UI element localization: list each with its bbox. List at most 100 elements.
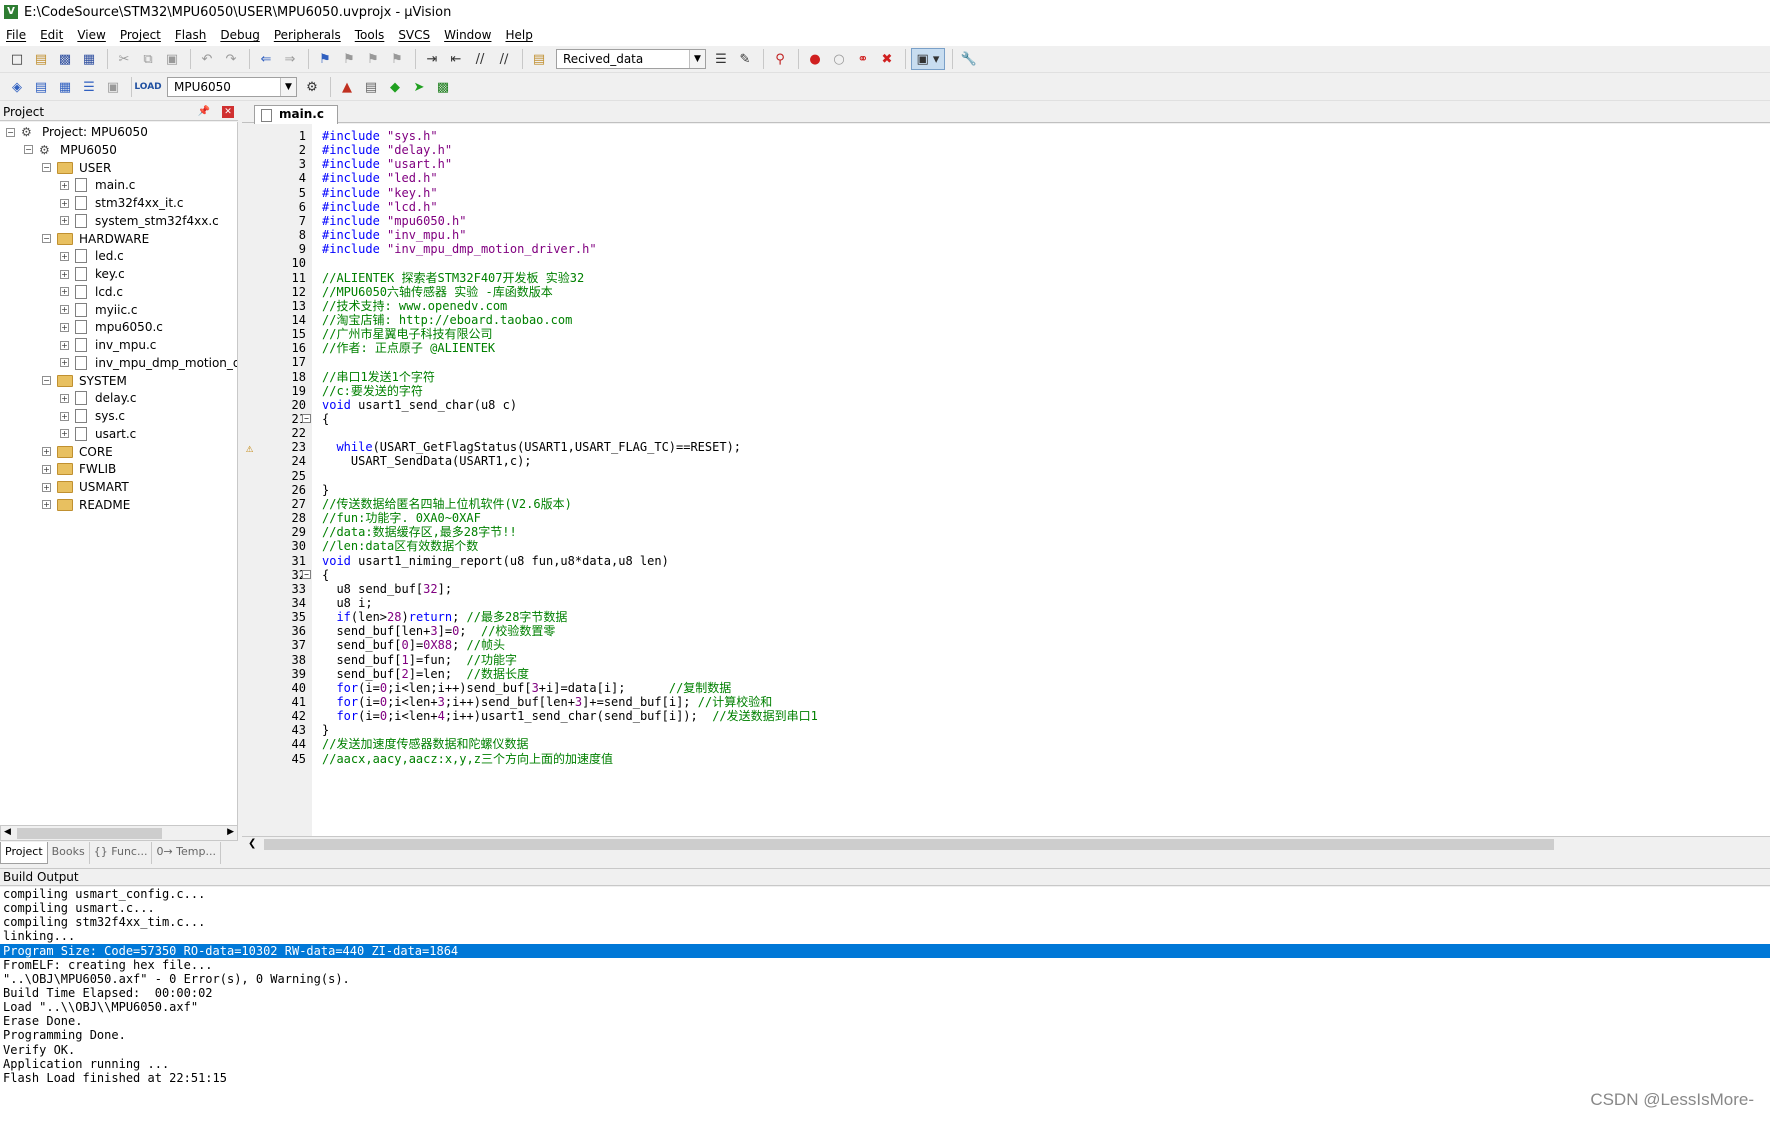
menu-edit[interactable]: Edit: [40, 28, 63, 42]
build-output-panel[interactable]: compiling usmart_config.c... compiling us…: [0, 887, 1770, 1127]
find-in-files-icon[interactable]: ▤: [528, 48, 550, 70]
target-select[interactable]: MPU6050 ▼: [167, 77, 297, 97]
comment-icon[interactable]: //: [469, 48, 491, 70]
download-load-icon[interactable]: LOAD: [134, 76, 161, 98]
expand-icon[interactable]: +: [60, 322, 69, 332]
collapse-icon[interactable]: −: [6, 127, 15, 137]
stop-build-icon[interactable]: ▣: [102, 76, 124, 98]
tab-functions[interactable]: {} Func...: [90, 842, 153, 864]
build-output-line[interactable]: "..\OBJ\MPU6050.axf" - 0 Error(s), 0 War…: [0, 972, 1770, 986]
tree-item-folder[interactable]: + USMART: [42, 478, 129, 496]
collapse-icon[interactable]: −: [42, 163, 51, 172]
expand-icon[interactable]: +: [60, 305, 69, 314]
build-output-line[interactable]: Load "..\\OBJ\\MPU6050.axf": [0, 1000, 1770, 1014]
tree-item-folder[interactable]: − HARDWARE: [42, 230, 149, 248]
find-combo[interactable]: Recived_data ▼: [556, 49, 706, 69]
build-output-line[interactable]: Application running ...: [0, 1057, 1770, 1071]
expand-icon[interactable]: +: [42, 447, 51, 456]
tree-item-folder[interactable]: − USER: [42, 159, 111, 177]
translate-icon[interactable]: ◈: [6, 76, 28, 98]
copy-icon[interactable]: ⧉: [137, 48, 159, 70]
build-output-line[interactable]: Erase Done.: [0, 1014, 1770, 1028]
tab-project[interactable]: Project: [0, 842, 48, 864]
tree-item-file[interactable]: + key.c: [60, 265, 125, 283]
rebuild-icon[interactable]: ▦: [54, 76, 76, 98]
undo-icon[interactable]: ↶: [196, 48, 218, 70]
expand-icon[interactable]: +: [60, 358, 69, 368]
menu-view[interactable]: View: [77, 28, 105, 42]
disable-all-breakpoints-icon[interactable]: ⚭: [852, 48, 874, 70]
expand-icon[interactable]: +: [60, 216, 69, 226]
expand-icon[interactable]: +: [60, 287, 69, 297]
build-icon[interactable]: ▤: [30, 76, 52, 98]
tree-item-target[interactable]: − ⚙ MPU6050: [24, 141, 117, 159]
breakpoint-icon[interactable]: ●: [804, 48, 826, 70]
build-output-line[interactable]: Program Size: Code=57350 RO-data=10302 R…: [0, 943, 1770, 958]
pin-icon[interactable]: 📌: [198, 103, 210, 121]
tree-item-file[interactable]: + inv_mpu_dmp_motion_d: [60, 354, 237, 372]
file-extensions-icon[interactable]: ▤: [360, 76, 382, 98]
tree-item-file[interactable]: + mpu6050.c: [60, 318, 163, 336]
menu-file[interactable]: File: [6, 28, 26, 42]
expand-icon[interactable]: +: [60, 251, 69, 261]
tree-item-file[interactable]: + myiic.c: [60, 301, 137, 319]
tree-item-folder[interactable]: + CORE: [42, 443, 113, 461]
tree-item-project[interactable]: − ⚙ Project: MPU6050: [6, 123, 148, 141]
nav-back-icon[interactable]: ⇐: [255, 48, 277, 70]
chevron-down-icon[interactable]: ▼: [280, 78, 296, 96]
menu-svcs[interactable]: SVCS: [398, 28, 430, 42]
tree-item-file[interactable]: + stm32f4xx_it.c: [60, 194, 183, 212]
tree-item-file[interactable]: + inv_mpu.c: [60, 336, 156, 354]
expand-icon[interactable]: +: [60, 180, 69, 190]
tree-item-file[interactable]: + usart.c: [60, 425, 136, 443]
tab-templates[interactable]: 0→ Temp...: [152, 842, 221, 864]
tree-item-folder[interactable]: + FWLIB: [42, 460, 116, 478]
code-area[interactable]: 1 #include "sys.h" 2 #include "delay.h" 3 #in…: [246, 128, 1770, 836]
project-panel-scrollbar[interactable]: ◀ ▶: [0, 825, 238, 841]
tree-item-folder[interactable]: − SYSTEM: [42, 372, 127, 390]
menu-help[interactable]: Help: [505, 28, 532, 42]
expand-icon[interactable]: +: [42, 464, 51, 474]
save-all-icon[interactable]: ▦: [78, 48, 100, 70]
indent-icon[interactable]: ⇥: [421, 48, 443, 70]
scrollbar-thumb[interactable]: [264, 839, 1554, 850]
menu-window[interactable]: Window: [444, 28, 491, 42]
window-layout-icon[interactable]: ▣ ▾: [911, 48, 945, 70]
menu-project[interactable]: Project: [120, 28, 161, 42]
tab-books[interactable]: Books: [48, 842, 90, 864]
build-output-line[interactable]: FromELF: creating hex file...: [0, 958, 1770, 972]
build-output-line[interactable]: Flash Load finished at 22:51:15: [0, 1071, 1770, 1085]
build-output-line[interactable]: Verify OK.: [0, 1043, 1770, 1057]
build-output-line[interactable]: Build Time Elapsed: 00:00:02: [0, 986, 1770, 1000]
expand-icon[interactable]: +: [60, 269, 69, 279]
menu-debug[interactable]: Debug: [220, 28, 259, 42]
editor-horizontal-scrollbar[interactable]: ❮: [242, 836, 1770, 852]
scroll-right-icon[interactable]: ▶: [227, 827, 234, 837]
collapse-icon[interactable]: −: [42, 234, 51, 243]
tab-main-c[interactable]: main.c: [254, 105, 338, 124]
configure-wrench-icon[interactable]: 🔧: [958, 48, 980, 70]
build-output-line[interactable]: compiling stm32f4xx_tim.c...: [0, 915, 1770, 929]
menu-flash[interactable]: Flash: [175, 28, 206, 42]
pack-installer-icon[interactable]: ➤: [408, 76, 430, 98]
tree-item-file[interactable]: + led.c: [60, 247, 124, 265]
expand-icon[interactable]: +: [60, 198, 69, 208]
tree-item-folder[interactable]: + README: [42, 496, 130, 514]
expand-icon[interactable]: +: [60, 411, 69, 421]
expand-icon[interactable]: +: [42, 500, 51, 510]
find-icon[interactable]: ☰: [710, 48, 732, 70]
tree-item-file[interactable]: + delay.c: [60, 389, 137, 407]
incremental-find-icon[interactable]: ✎: [734, 48, 756, 70]
tree-item-file[interactable]: + lcd.c: [60, 283, 123, 301]
prev-bookmark-icon[interactable]: ⚑: [338, 48, 360, 70]
chevron-down-icon[interactable]: ▼: [689, 50, 705, 68]
nav-forward-icon[interactable]: ⇒: [279, 48, 301, 70]
manage-packs-icon[interactable]: ◆: [384, 76, 406, 98]
paste-icon[interactable]: ▣: [161, 48, 183, 70]
tree-item-file[interactable]: + system_stm32f4xx.c: [60, 212, 219, 230]
new-file-icon[interactable]: □: [6, 48, 28, 70]
tree-item-file[interactable]: + sys.c: [60, 407, 125, 425]
code-line[interactable]: 45 //aacx,aacy,aacz:x,y,z三个方向上面的加速度值: [292, 751, 1770, 767]
batch-build-icon[interactable]: ☰: [78, 76, 100, 98]
kill-breakpoints-icon[interactable]: ✖: [876, 48, 898, 70]
